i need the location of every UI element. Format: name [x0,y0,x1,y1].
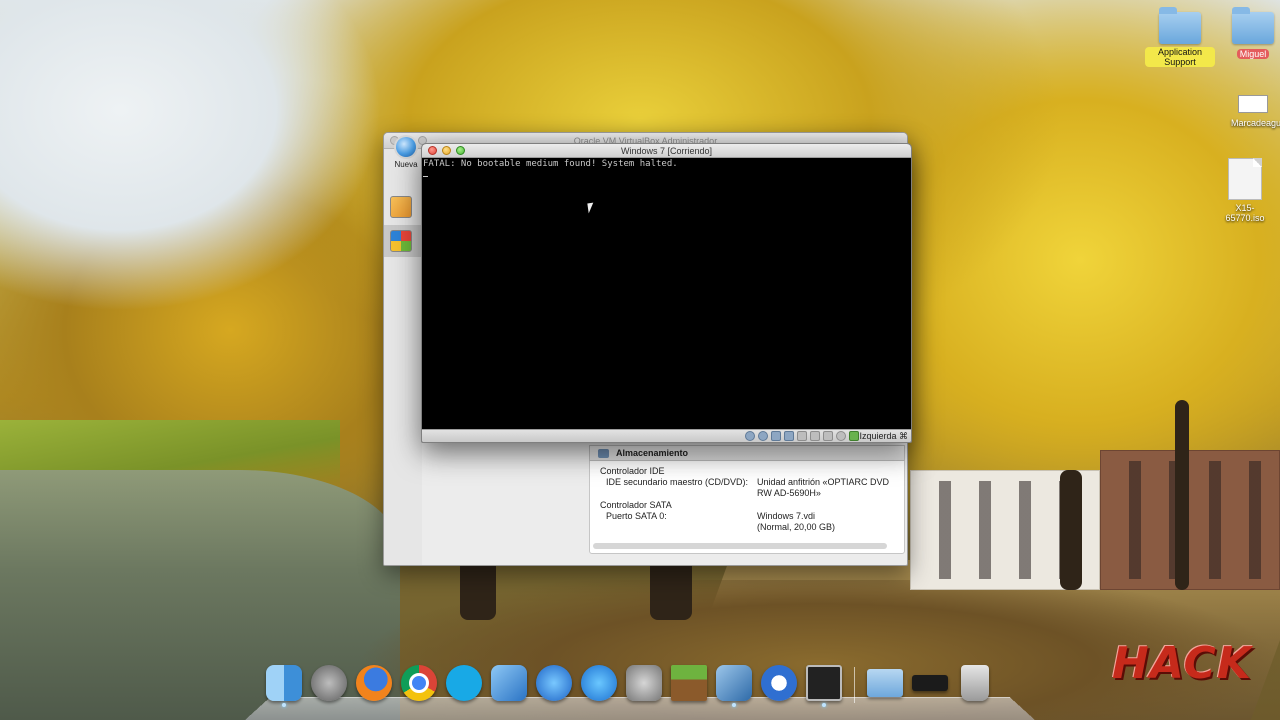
storage-section-header[interactable]: Almacenamiento [589,445,905,461]
dock-device[interactable] [911,663,949,703]
zoom-button[interactable] [456,146,465,155]
video-capture-icon[interactable] [810,431,820,441]
chrome-icon [401,665,437,701]
new-vm-icon [396,137,416,157]
trash-icon [961,665,989,701]
vm-display[interactable]: FATAL: No bootable medium found! System … [422,158,911,431]
sata-port-value-cont: (Normal, 20,00 GB) [757,522,836,532]
quicktime-icon [761,665,797,701]
dock-launchpad[interactable] [310,663,348,703]
sata-port-label: Puerto SATA 0: [606,511,667,521]
ide-port-value: Unidad anfitrión «OPTIARC DVD [757,477,890,487]
app-store-icon [581,665,617,701]
dock-skype[interactable] [445,663,483,703]
launchpad-icon [311,665,347,701]
dock-xcode[interactable] [490,663,528,703]
dock-system-preferences[interactable] [625,663,663,703]
folder-icon [1159,7,1201,44]
hard-disk-icon[interactable] [745,431,755,441]
disk-image-icon [1228,158,1262,200]
new-vm-label: Nueva [394,160,418,169]
vm-window[interactable]: Windows 7 [Corriendo] FATAL: No bootable… [421,143,912,443]
dock-chrome[interactable] [400,663,438,703]
minecraft-icon [671,665,707,701]
device-icon [912,675,948,691]
gear-icon [626,665,662,701]
optical-drive-icon[interactable] [758,431,768,441]
host-key-label: Izquierda ⌘ [859,431,908,441]
desktop-icon-application-support[interactable]: Application Support [1145,7,1215,70]
sata-port-value: Windows 7.vdi [757,511,816,521]
dock-virtualbox[interactable] [715,663,753,707]
hack-watermark-logo: HACK [1112,638,1252,689]
vm-window-titlebar[interactable]: Windows 7 [Corriendo] [422,144,911,158]
running-indicator [282,703,286,707]
vm-window-title: Windows 7 [Corriendo] [620,146,713,156]
virtualbox-icon [716,665,752,701]
sata-controller-label: Controlador SATA [600,500,672,510]
dock [265,663,994,707]
console-message: FATAL: No bootable medium found! System … [423,159,678,169]
new-vm-button[interactable]: Nueva [388,137,424,169]
firefox-icon [356,665,392,701]
wallpaper-tree-trunk [1175,400,1189,590]
ide-controller-label: Controlador IDE [600,466,665,476]
ide-port-value-cont: RW AD-5690H» [757,488,821,498]
wallpaper-tree-trunk [1060,470,1082,590]
host-key-indicator-icon [849,431,859,441]
windows-os-icon [390,196,412,218]
vm-list-item[interactable] [384,191,424,223]
shared-folder-icon[interactable] [784,431,794,441]
mouse-pointer-icon [587,202,595,214]
dock-screen[interactable] [805,663,843,707]
network-icon[interactable] [797,431,807,441]
desktop-icon-label: Application Support [1145,47,1215,67]
screen-icon [806,665,842,701]
folder-icon [1232,7,1274,44]
text-cursor [423,176,428,177]
desktop-icon-miguel[interactable]: Miguel [1218,7,1280,62]
usb-icon[interactable] [771,431,781,441]
dock-separator [854,667,855,703]
dock-app-store[interactable] [580,663,618,703]
image-file-icon [1238,95,1268,113]
dock-minecraft[interactable] [670,663,708,703]
xcode-icon [491,665,527,701]
dock-applications-folder[interactable] [866,663,904,703]
mouse-integration-icon[interactable] [836,431,846,441]
dock-finder[interactable] [265,663,303,707]
ide-port-label: IDE secundario maestro (CD/DVD): [606,477,749,487]
desktop-icon-iso[interactable]: X15-65770.iso [1210,158,1280,226]
desktop-icon-label: X15-65770.iso [1225,203,1265,223]
dock-firefox[interactable] [355,663,393,703]
display-icon[interactable] [823,431,833,441]
vm-list-item-selected[interactable] [384,225,424,257]
desktop-icon-marcadeagua[interactable]: Marcadeagua.png [1218,95,1280,131]
applications-folder-icon [867,669,903,697]
details-horizontal-scrollbar[interactable] [593,543,887,549]
dock-trash[interactable] [956,663,994,703]
skype-icon [446,665,482,701]
wallpaper-building [1100,450,1280,590]
dock-itunes[interactable] [535,663,573,703]
running-indicator [732,703,736,707]
desktop-icon-label: Miguel [1236,49,1270,59]
finder-icon [266,665,302,701]
storage-icon [598,449,609,458]
dock-quicktime[interactable] [760,663,798,703]
running-indicator [822,703,826,707]
desktop-icon-label: Marcadeagua.png [1231,118,1280,128]
close-button[interactable] [428,146,437,155]
vm-status-bar: Izquierda ⌘ [422,429,911,442]
minimize-button[interactable] [442,146,451,155]
windows-7-os-icon [390,230,412,252]
itunes-icon [536,665,572,701]
